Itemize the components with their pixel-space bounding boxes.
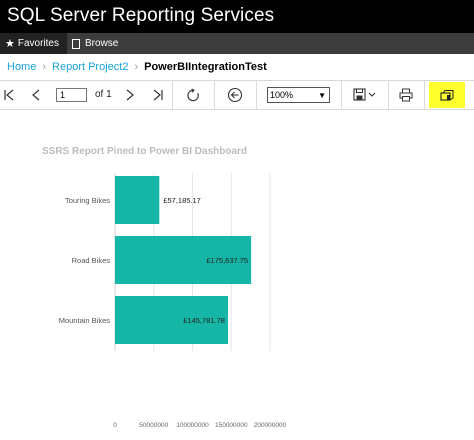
breadcrumb-current: PowerBIIntegrationTest [144, 61, 267, 73]
zoom-select[interactable]: 100% ▼ [267, 87, 330, 103]
breadcrumb-home[interactable]: Home [7, 61, 36, 73]
print-icon [399, 88, 413, 102]
bar-chart: 0 50000000 100000000 150000000 200000000 Tour… [59, 173, 287, 429]
toolbar-divider [256, 81, 257, 109]
refresh-icon [186, 87, 199, 101]
chevron-down-icon: ▼ [318, 90, 326, 100]
toolbar-divider [172, 81, 173, 109]
toolbar-divider [388, 81, 389, 109]
back-arrow-icon [227, 87, 243, 103]
data-label: £57,185.17 [163, 196, 201, 205]
export-button[interactable] [350, 81, 380, 109]
x-tick-label: 200000000 [254, 422, 287, 429]
report-toolbar: of 1 100% ▼ [0, 80, 474, 110]
last-page-button[interactable] [148, 81, 168, 109]
page-number-input[interactable] [56, 88, 87, 102]
data-label: £145,781.78 [183, 316, 225, 325]
next-page-button[interactable] [120, 81, 140, 109]
report-canvas: SSRS Report Pined to Power BI Dashboard … [0, 111, 474, 440]
chevron-left-icon [32, 89, 40, 101]
chevron-right-icon [126, 89, 134, 101]
nav-favorites[interactable]: ★ Favorites [0, 33, 67, 54]
first-page-icon [4, 89, 14, 101]
nav-browse[interactable]: Browse [67, 33, 126, 54]
print-button[interactable] [395, 81, 417, 109]
pin-to-power-bi-button[interactable] [429, 82, 465, 108]
star-icon: ★ [5, 38, 15, 50]
toolbar-divider [341, 81, 342, 109]
category-label: Mountain Bikes [59, 316, 111, 325]
top-nav: ★ Favorites Browse [0, 33, 474, 54]
save-icon [353, 88, 376, 101]
previous-page-button[interactable] [26, 81, 46, 109]
browse-icon [72, 38, 80, 49]
x-tick-label: 150000000 [215, 422, 248, 429]
category-label: Touring Bikes [65, 196, 110, 205]
x-tick-label: 0 [113, 422, 117, 429]
refresh-button[interactable] [180, 81, 206, 109]
toolbar-divider [424, 81, 425, 109]
nav-favorites-label: Favorites [17, 38, 59, 49]
data-label: £175,637.75 [206, 256, 248, 265]
pin-to-dashboard-icon [440, 89, 454, 101]
nav-browse-label: Browse [85, 38, 119, 49]
zoom-value: 100% [270, 90, 294, 100]
x-tick-label: 100000000 [176, 422, 209, 429]
toolbar-divider [214, 81, 215, 109]
category-label: Road Bikes [72, 256, 111, 265]
chevron-right-icon: › [42, 61, 47, 73]
first-page-button[interactable] [0, 81, 18, 109]
bar [115, 176, 160, 224]
app-title: SQL Server Reporting Services [0, 0, 474, 33]
x-tick-label: 50000000 [139, 422, 168, 429]
last-page-icon [153, 89, 163, 101]
breadcrumb: Home › Report Project2 › PowerBIIntegrat… [0, 54, 474, 80]
back-to-parent-button[interactable] [222, 81, 248, 109]
chevron-right-icon: › [134, 61, 139, 73]
page-count-label: of 1 [95, 89, 112, 100]
breadcrumb-project[interactable]: Report Project2 [52, 61, 128, 73]
